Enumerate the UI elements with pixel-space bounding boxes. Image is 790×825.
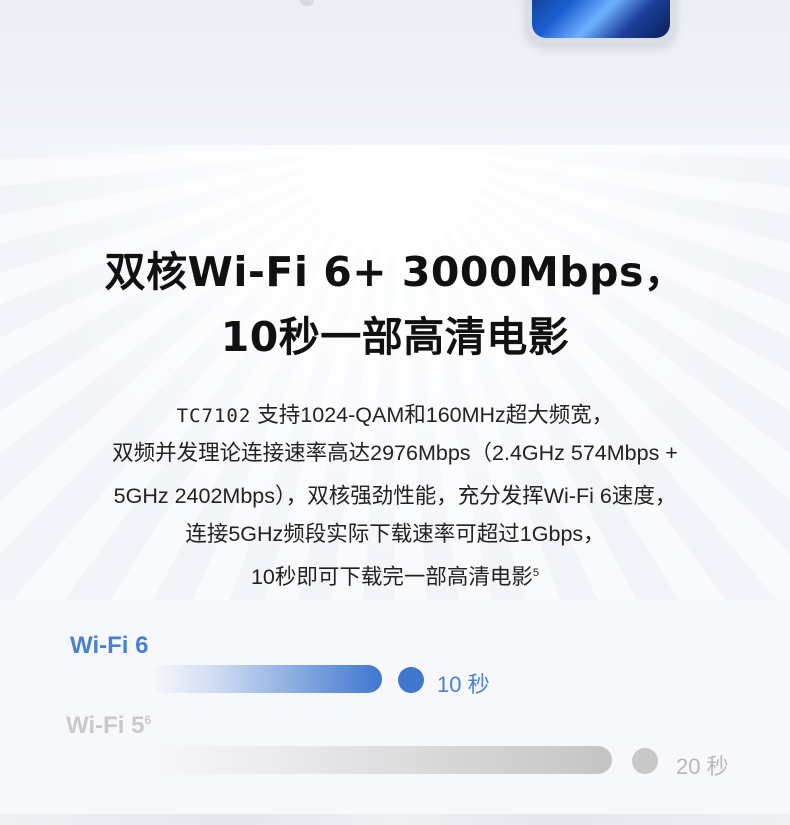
model-number: TC7102: [176, 405, 252, 427]
wifi5-dot: [632, 748, 658, 774]
bottom-image-strip: [0, 814, 790, 825]
headline-line-2: 10秒一部高清电影: [220, 313, 570, 361]
wifi6-label: Wi-Fi 6: [70, 632, 149, 659]
phone-screen-image: [532, 0, 670, 38]
footnote-6: 6: [144, 713, 152, 727]
body-line-1-text: 支持1024-QAM和160MHz超大频宽，: [251, 403, 614, 427]
body-line-5: 10秒即可下载完一部高清电影5: [0, 560, 790, 591]
body-line-4: 连接5GHz频段实际下载速率可超过1Gbps，: [185, 522, 605, 546]
body-line-5-text: 10秒即可下载完一部高清电影: [250, 565, 533, 589]
product-image-band: [0, 0, 790, 145]
device-edge-image: [300, 0, 314, 6]
wifi5-time: 20 秒: [676, 754, 729, 779]
phone-image: [526, 0, 676, 44]
wifi6-time: 10 秒: [437, 672, 490, 697]
wifi6-dot: [398, 667, 424, 693]
wifi6-speed-bar: [150, 665, 382, 693]
headline-line-1: 双核Wi-Fi 6+ 3000Mbps，: [104, 248, 686, 296]
footnote-5: 5: [532, 566, 540, 579]
wifi5-label: Wi-Fi 5: [66, 712, 145, 739]
body-line-1: TC7102 支持1024-QAM和160MHz超大频宽，: [0, 398, 790, 429]
body-line-3: 5GHz 2402Mbps），双核强劲性能，充分发挥Wi-Fi 6速度，: [113, 484, 677, 508]
body-line-2: 双频并发理论连接速率高达2976Mbps（2.4GHz 574Mbps +: [112, 441, 678, 465]
wifi5-speed-bar: [150, 746, 612, 774]
wifi5-label-wrap: Wi-Fi 56: [66, 712, 151, 740]
